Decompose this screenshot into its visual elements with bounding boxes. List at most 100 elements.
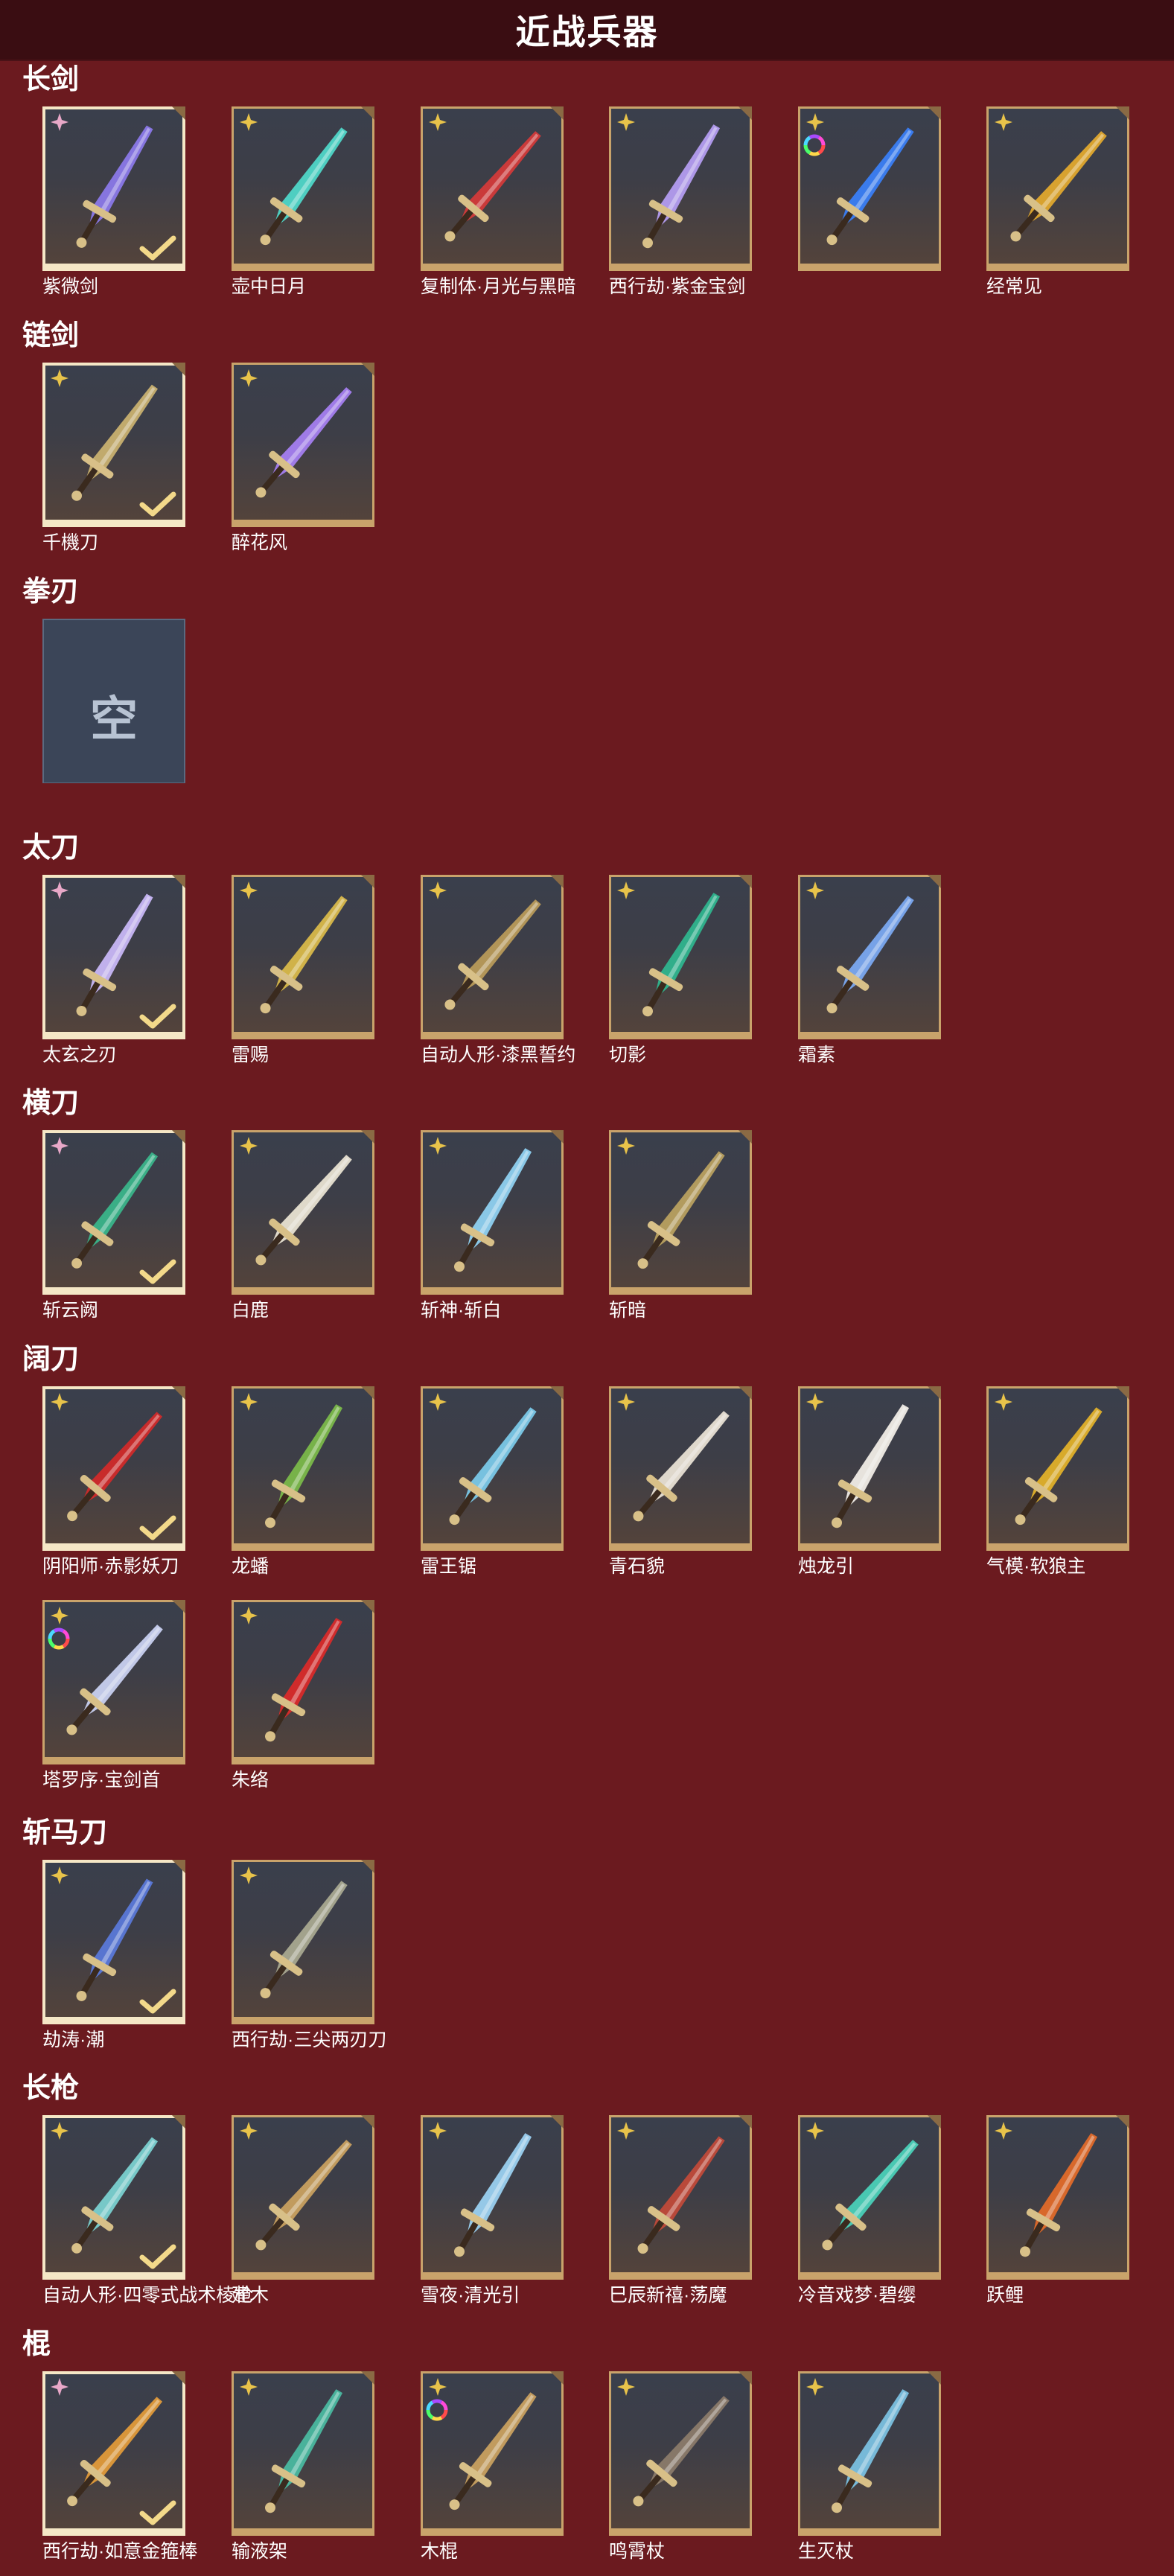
- card-art: [989, 109, 1127, 264]
- weapon-card[interactable]: 自动人形·四零式战术棱枪: [42, 2115, 253, 2306]
- weapon-card[interactable]: 巳辰新禧·荡魔: [609, 2115, 752, 2306]
- category-title: 横刀: [22, 1088, 80, 1119]
- weapon-card[interactable]: 青石貌: [609, 1386, 752, 1577]
- corner-mark: [361, 106, 374, 120]
- category-title: 斩马刀: [22, 1817, 108, 1849]
- corner-mark: [172, 875, 185, 888]
- weapon-card[interactable]: 建木: [232, 2115, 374, 2306]
- rainbow-ring-icon: [48, 1627, 70, 1650]
- weapon-card[interactable]: 千機刀: [42, 363, 185, 553]
- corner-mark: [361, 1600, 374, 1613]
- weapon-art: [260, 896, 348, 1014]
- gold-star-icon: [617, 113, 635, 131]
- corner-mark: [550, 1130, 564, 1144]
- rainbow-ring-icon: [426, 2399, 448, 2421]
- corner-mark: [550, 1386, 564, 1400]
- gold-star-icon: [806, 2378, 824, 2396]
- corner-mark: [172, 363, 185, 376]
- weapon-card[interactable]: 复制体·月光与黑暗: [421, 106, 575, 297]
- gold-star-icon: [995, 2122, 1012, 2140]
- weapon-card[interactable]: 西行劫·如意金箍棒: [42, 2371, 197, 2562]
- card-art: [800, 877, 939, 1032]
- gold-star-icon: [51, 1393, 68, 1411]
- weapon-card[interactable]: 斩云阙: [42, 1130, 185, 1321]
- card-art: [611, 1132, 750, 1287]
- weapon-card[interactable]: [798, 106, 941, 275]
- card-art: [234, 1602, 372, 1757]
- card-art: [45, 1602, 183, 1757]
- corner-mark: [550, 875, 564, 888]
- weapon-card[interactable]: 斩暗: [609, 1130, 752, 1321]
- weapon-card[interactable]: 雷赐: [232, 875, 374, 1065]
- weapon-art: [255, 2140, 352, 2251]
- weapon-art: [633, 1411, 730, 1522]
- weapon-card[interactable]: 霜素: [798, 875, 941, 1065]
- corner-mark: [928, 2371, 941, 2385]
- card-art: [234, 1132, 372, 1287]
- weapon-card[interactable]: 切影: [609, 875, 752, 1065]
- gold-star-icon: [429, 2122, 447, 2140]
- check-icon: [139, 1004, 176, 1029]
- corner-mark: [738, 106, 752, 120]
- category-title: 长枪: [22, 2073, 80, 2104]
- weapon-card[interactable]: 壶中日月: [232, 106, 374, 297]
- card-art: [989, 1389, 1127, 1543]
- corner-mark: [928, 2115, 941, 2129]
- weapon-name: 朱络: [232, 1770, 269, 1791]
- weapon-card[interactable]: 塔罗序·宝剑首: [42, 1600, 185, 1791]
- gold-star-icon: [240, 2378, 258, 2396]
- check-icon: [139, 491, 176, 517]
- corner-mark: [361, 1130, 374, 1144]
- card-art: [234, 2117, 372, 2272]
- weapon-card[interactable]: 雷王锯: [421, 1386, 564, 1577]
- gold-star-icon: [429, 881, 447, 899]
- gold-star-icon: [617, 1393, 635, 1411]
- gold-star-icon: [617, 881, 635, 899]
- card-art: [234, 2373, 372, 2528]
- weapon-card[interactable]: 斩神·斩白: [421, 1130, 564, 1321]
- weapon-card[interactable]: 雪夜·清光引: [421, 2115, 564, 2306]
- corner-mark: [928, 875, 941, 888]
- corner-mark: [550, 2371, 564, 2385]
- weapon-name: 生灭杖: [798, 2541, 855, 2562]
- weapon-card[interactable]: 烛龙引: [798, 1386, 941, 1577]
- weapon-art: [454, 2133, 532, 2257]
- weapon-card[interactable]: 输液架: [232, 2371, 374, 2562]
- weapon-card[interactable]: 紫微剑: [42, 106, 185, 297]
- corner-mark: [361, 363, 374, 376]
- empty-weapon-slot[interactable]: 空: [42, 619, 185, 788]
- gold-star-icon: [995, 1393, 1012, 1411]
- gold-star-icon: [240, 1607, 258, 1625]
- weapon-card[interactable]: 龙蟠: [232, 1386, 374, 1577]
- pink-star-icon: [51, 2378, 68, 2396]
- pink-star-icon: [51, 881, 68, 899]
- weapon-card[interactable]: 木棍: [421, 2371, 564, 2562]
- gold-star-icon: [240, 2122, 258, 2140]
- weapon-card[interactable]: 生灭杖: [798, 2371, 941, 2562]
- weapon-card[interactable]: 跃鲤: [986, 2115, 1129, 2306]
- category-title: 太刀: [22, 832, 80, 864]
- weapon-card[interactable]: 醉花风: [232, 363, 374, 553]
- gold-star-icon: [429, 113, 447, 131]
- corner-mark: [172, 2115, 185, 2129]
- gold-star-icon: [429, 2378, 447, 2396]
- weapon-card[interactable]: 西行劫·三尖两刃刀: [232, 1860, 386, 2050]
- weapon-card[interactable]: 鸣霄杖: [609, 2371, 752, 2562]
- weapon-card[interactable]: 朱络: [232, 1600, 374, 1791]
- gold-star-icon: [240, 1866, 258, 1884]
- corner-mark: [928, 1386, 941, 1400]
- category-title: 长剑: [22, 64, 80, 95]
- weapon-card[interactable]: 阴阳师·赤影妖刀: [42, 1386, 185, 1577]
- weapon-art: [265, 1618, 343, 1742]
- weapon-card[interactable]: 西行劫·紫金宝剑: [609, 106, 752, 297]
- weapon-card[interactable]: 白鹿: [232, 1130, 374, 1321]
- weapon-card[interactable]: 太玄之刃: [42, 875, 185, 1065]
- weapon-card[interactable]: 自动人形·漆黑誓约: [421, 875, 575, 1065]
- gold-star-icon: [240, 881, 258, 899]
- weapon-art: [832, 1404, 910, 1528]
- gold-star-icon: [429, 1137, 447, 1155]
- weapon-card[interactable]: 经常见: [986, 106, 1129, 297]
- weapon-card[interactable]: 气模·软狼主: [986, 1386, 1129, 1577]
- weapon-card[interactable]: 冷音戏梦·碧缨: [798, 2115, 941, 2306]
- weapon-card[interactable]: 劫涛·潮: [42, 1860, 185, 2050]
